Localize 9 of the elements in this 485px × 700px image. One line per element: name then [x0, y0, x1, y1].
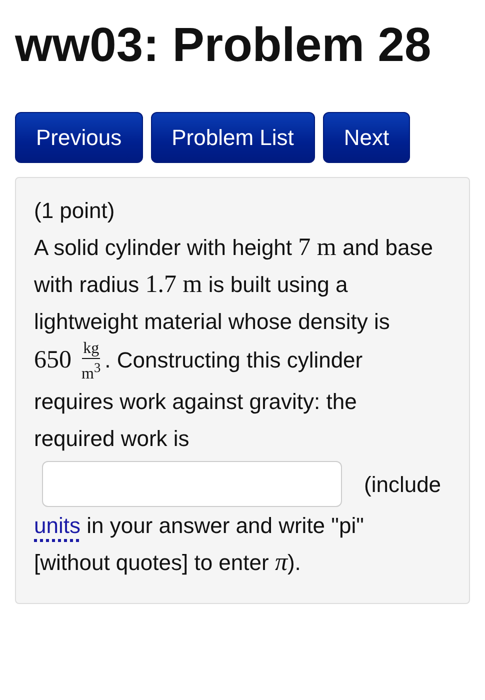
- points-text: (1 point): [34, 197, 116, 225]
- nav-button[interactable]: Problem List: [150, 112, 315, 163]
- nav-button[interactable]: Previous: [15, 112, 143, 163]
- answer-field[interactable]: [42, 461, 342, 508]
- hint-text: units in your answer and write "pi" [without quotes] to enter π).: [34, 512, 365, 578]
- nav-button[interactable]: Next: [322, 112, 410, 163]
- page-title: ww03: Problem 28: [15, 18, 432, 74]
- units-link[interactable]: units: [34, 513, 80, 538]
- hint-text: (include: [364, 470, 442, 499]
